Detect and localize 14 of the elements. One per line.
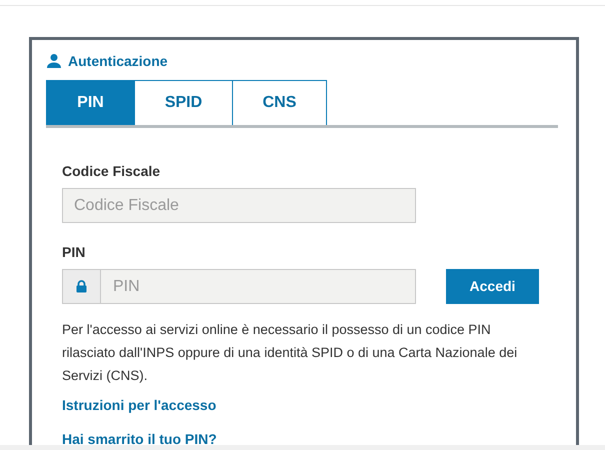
lock-icon xyxy=(76,280,87,293)
user-icon xyxy=(46,53,62,69)
help-link[interactable]: Hai smarrito il tuo PIN? xyxy=(62,431,217,447)
input-field[interactable]: PIN xyxy=(100,269,416,304)
tab[interactable]: CNS xyxy=(233,80,327,125)
tab[interactable]: SPID xyxy=(135,80,233,125)
login-button[interactable]: Accedi xyxy=(446,269,539,304)
input-field[interactable]: Codice Fiscale xyxy=(62,188,416,223)
tab[interactable]: PIN xyxy=(46,80,135,125)
info-paragraph: Per l'accesso ai servizi online è necessario il possesso di un codice PIN rilasciato dall'INPS oppure di una identità SPID o di una Carta Nazionale dei Servizi (CNS). xyxy=(62,321,518,385)
field-label: PIN xyxy=(62,243,86,261)
help-link[interactable]: Istruzioni per l'accesso xyxy=(62,397,216,413)
section-title: Autenticazione xyxy=(68,52,168,70)
field-label: Codice Fiscale xyxy=(62,162,162,180)
